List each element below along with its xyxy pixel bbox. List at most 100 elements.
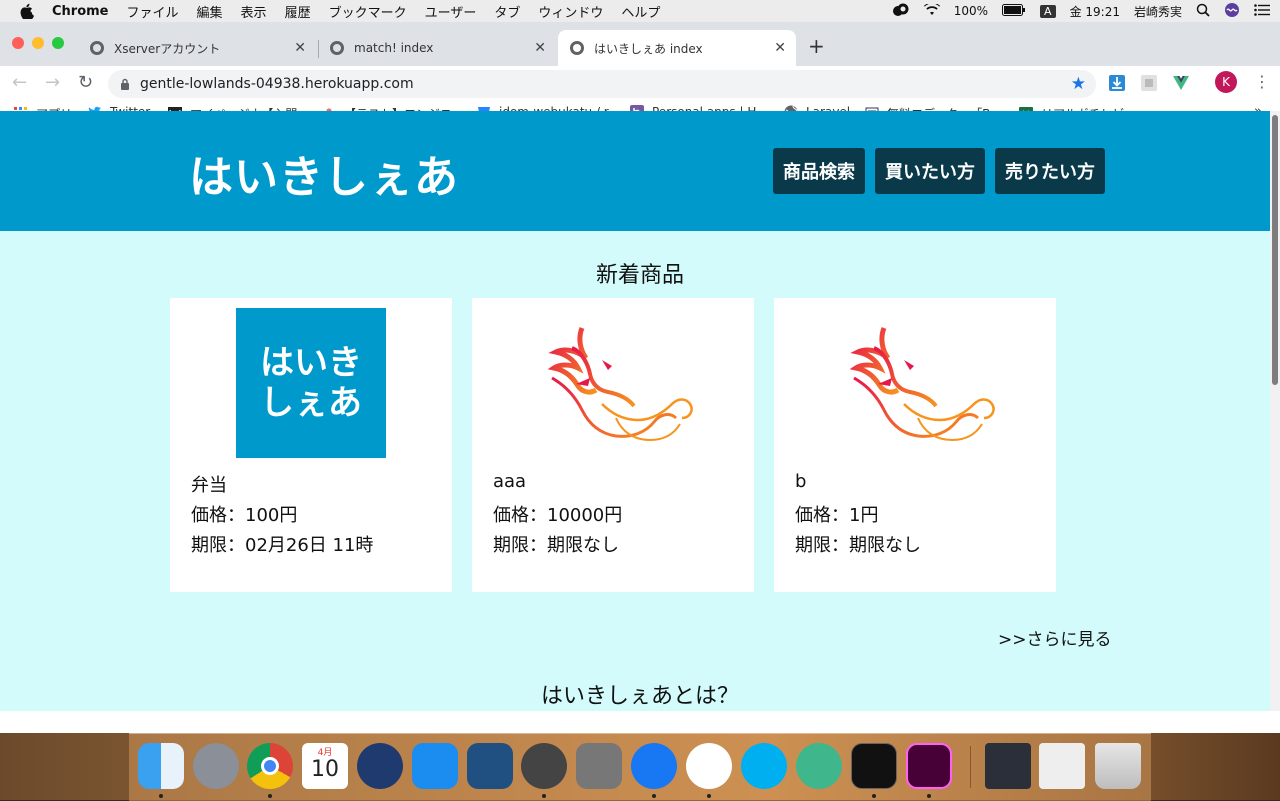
thumbnail-logo-line: しぇあ (260, 383, 362, 423)
logo-thumbnail[interactable]: はいき しぇあ (236, 308, 386, 458)
menu-edit[interactable]: 編集 (197, 2, 223, 21)
menu-users[interactable]: ユーザー (425, 2, 477, 21)
dock: 4月 10 (129, 733, 1151, 801)
forward-arrow-icon[interactable]: → (45, 72, 60, 93)
item-deadline: 期限：期限なし (493, 535, 619, 556)
input-mode-indicator[interactable]: A (1040, 4, 1056, 18)
close-tab-icon[interactable]: ✕ (294, 40, 306, 56)
profile-avatar[interactable]: K (1215, 71, 1237, 93)
battery-percent: 100% (953, 4, 989, 18)
adobe-xd-icon[interactable] (906, 743, 952, 789)
globe-icon (570, 41, 584, 55)
battery-icon[interactable] (1002, 3, 1026, 19)
item-name[interactable]: aaa (493, 471, 526, 492)
menu-tab[interactable]: タブ (494, 2, 520, 21)
app-menu[interactable]: Chrome (52, 4, 109, 19)
chrome-icon[interactable] (247, 743, 293, 789)
running-indicator (707, 794, 711, 798)
atom-icon[interactable] (796, 743, 842, 789)
menu-history[interactable]: 履歴 (285, 2, 311, 21)
item-name[interactable]: 弁当 (191, 471, 227, 497)
wifi-icon[interactable] (923, 2, 940, 19)
see-more-link[interactable]: >>さらに見る (998, 625, 1112, 650)
phoenix-image[interactable] (512, 308, 712, 458)
thumbnail-logo-line: はいき (260, 343, 362, 383)
download-extension-icon[interactable] (1108, 74, 1126, 92)
quicktime-icon[interactable] (357, 743, 403, 789)
sequel-pro-icon[interactable] (521, 743, 567, 789)
sourcetree-icon[interactable] (467, 743, 513, 789)
menu-file[interactable]: ファイル (127, 2, 179, 21)
chrome-center (261, 757, 279, 775)
creative-cloud-icon[interactable] (892, 3, 910, 20)
item-card[interactable]: はいき しぇあ 弁当 価格：100円 期限：02月26日 11時 (170, 298, 452, 592)
close-tab-icon[interactable]: ✕ (534, 40, 546, 56)
notification-center-icon[interactable] (1254, 3, 1270, 19)
new-items-heading: 新着商品 (595, 263, 684, 288)
tab-xserver[interactable]: Xserverアカウント ✕ (78, 30, 316, 66)
phoenix-image[interactable] (814, 308, 1014, 458)
grey-extension-icon[interactable] (1140, 74, 1158, 92)
item-name[interactable]: b (795, 471, 806, 492)
nav-sellers-button[interactable]: 売りたい方 (995, 148, 1105, 194)
scrollbar-thumb[interactable] (1272, 115, 1278, 385)
menu-bookmarks[interactable]: ブックマーク (329, 2, 407, 21)
menu-window[interactable]: ウィンドウ (538, 2, 603, 21)
tab-title: Xserverアカウント (114, 41, 221, 56)
tab-strip: Xserverアカウント ✕ match! index ✕ はいきしぇあ ind… (0, 22, 1280, 66)
slack-icon[interactable] (686, 743, 732, 789)
running-indicator (927, 794, 931, 798)
item-price: 価格：100円 (191, 505, 298, 526)
launchpad-icon[interactable] (193, 743, 239, 789)
vue-devtools-icon[interactable] (1172, 74, 1190, 92)
minimize-window-button[interactable] (32, 37, 44, 49)
screenshot-thumb-1[interactable] (985, 743, 1031, 789)
menubar: Chrome ファイル 編集 表示 履歴 ブックマーク ユーザー タブ ウィンド… (0, 0, 1280, 22)
menu-view[interactable]: 表示 (241, 2, 267, 21)
running-indicator (268, 794, 272, 798)
user-name[interactable]: 岩崎秀実 (1134, 3, 1182, 20)
site-header: はいきしぇあ 商品検索 買いたい方 売りたい方 (0, 111, 1270, 231)
nav-search-button[interactable]: 商品検索 (773, 148, 865, 194)
globe-icon (90, 41, 104, 55)
app-store-icon[interactable] (412, 743, 458, 789)
spotlight-search-icon[interactable] (1196, 3, 1210, 20)
about-heading: はいきしぇあとは？ (540, 684, 739, 709)
trash-icon[interactable] (1095, 743, 1141, 789)
item-price: 価格：1円 (795, 505, 879, 526)
tab-match[interactable]: match! index ✕ (318, 30, 556, 66)
bookmark-star-icon[interactable]: ★ (1071, 74, 1086, 94)
clock[interactable]: 金 19:21 (1070, 3, 1120, 20)
maps-pin-icon[interactable] (631, 743, 677, 789)
browser-menu-icon[interactable]: ⋮ (1254, 72, 1270, 91)
running-indicator (542, 794, 546, 798)
item-card[interactable]: b 価格：1円 期限：期限なし (774, 298, 1056, 592)
item-deadline: 期限：期限なし (795, 535, 921, 556)
menu-help[interactable]: ヘルプ (621, 2, 660, 21)
item-deadline: 期限：02月26日 11時 (191, 535, 374, 556)
page-scrollbar[interactable] (1270, 111, 1280, 711)
terminal-icon[interactable] (851, 743, 897, 789)
tab-title: はいきしぇあ index (594, 41, 703, 56)
new-tab-button[interactable]: + (808, 34, 825, 58)
web-page: はいきしぇあ 商品検索 買いたい方 売りたい方 新着商品 はいき しぇあ 弁当 … (0, 111, 1270, 711)
reload-icon[interactable]: ↻ (78, 72, 93, 93)
address-bar[interactable]: gentle-lowlands-04938.herokuapp.com ★ (108, 70, 1096, 98)
screenshot-thumb-2[interactable] (1039, 743, 1085, 789)
calendar-icon[interactable]: 4月 10 (302, 743, 348, 789)
close-tab-icon[interactable]: ✕ (774, 40, 786, 56)
system-preferences-icon[interactable] (576, 743, 622, 789)
skype-icon[interactable] (741, 743, 787, 789)
tab-haikishea[interactable]: はいきしぇあ index ✕ (558, 30, 796, 66)
item-card[interactable]: aaa 価格：10000円 期限：期限なし (472, 298, 754, 592)
apple-menu-icon[interactable] (20, 3, 34, 19)
zoom-window-button[interactable] (52, 37, 64, 49)
back-arrow-icon[interactable]: ← (12, 72, 27, 93)
url-text: gentle-lowlands-04938.herokuapp.com (140, 76, 414, 92)
finder-icon[interactable] (138, 743, 184, 789)
nav-buyers-button[interactable]: 買いたい方 (875, 148, 985, 194)
globe-icon (330, 41, 344, 55)
site-logo[interactable]: はいきしぇあ (189, 141, 459, 205)
siri-icon[interactable] (1224, 2, 1240, 21)
close-window-button[interactable] (12, 37, 24, 49)
